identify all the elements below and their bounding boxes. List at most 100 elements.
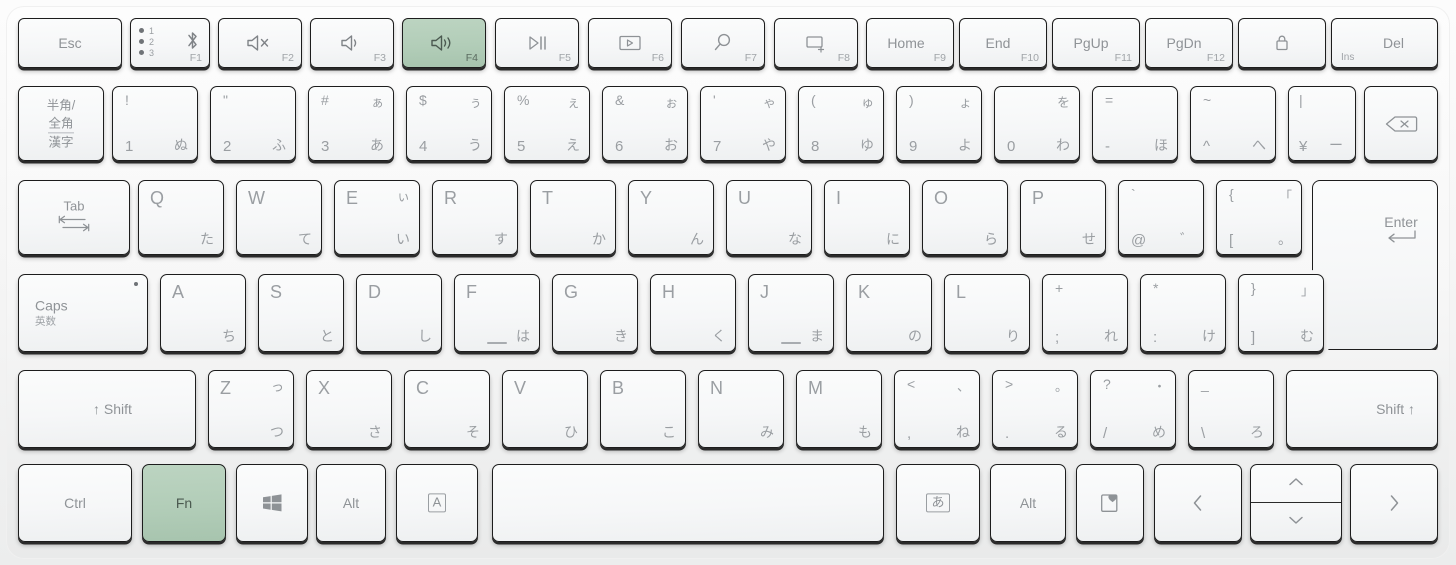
key-f12-pgdn[interactable]: PgDn F12 <box>1145 18 1233 68</box>
key-esc[interactable]: Esc <box>18 18 122 68</box>
key-6[interactable]: & 6 ぉ お <box>602 86 688 161</box>
key-alt-left[interactable]: Alt <box>316 464 386 542</box>
key-n[interactable]: N み <box>698 370 784 448</box>
key-fn[interactable]: Fn <box>142 464 226 542</box>
key-k[interactable]: K の <box>846 274 932 352</box>
key-l-alpha: L <box>956 282 967 302</box>
key-x[interactable]: X さ <box>306 370 392 448</box>
key-bracket-left[interactable]: { [ 「 。 <box>1216 180 1302 255</box>
key-u[interactable]: U な <box>726 180 812 255</box>
key-b[interactable]: B こ <box>600 370 686 448</box>
key-shift-right[interactable]: Shift ↑ <box>1286 370 1438 448</box>
key-comma[interactable]: < , 、 ね <box>894 370 980 448</box>
key-space[interactable] <box>492 464 884 542</box>
key-comma-shift-symbol: < <box>907 376 916 392</box>
key-arrow-up[interactable] <box>1251 465 1341 503</box>
key-d[interactable]: D し <box>356 274 442 352</box>
key-z[interactable]: Z っ つ <box>208 370 294 448</box>
key-5-digit: 5 <box>517 138 526 155</box>
key-j[interactable]: J ま <box>748 274 834 352</box>
key-f9-home[interactable]: Home F9 <box>866 18 954 68</box>
key-0[interactable]: 0 を わ <box>994 86 1080 161</box>
key-f6-media-screen[interactable]: F6 <box>588 18 672 68</box>
key-caret[interactable]: ~ ^ へ <box>1190 86 1276 161</box>
key-delete[interactable]: Del Ins <box>1331 18 1438 68</box>
key-alt-right[interactable]: Alt <box>990 464 1066 542</box>
key-hankaku-line2: 全角 <box>48 115 74 134</box>
chevron-up-icon <box>1286 475 1306 493</box>
key-f-kana: は <box>516 328 530 344</box>
key-f[interactable]: F は <box>454 274 540 352</box>
key-semicolon-kana: れ <box>1104 328 1118 344</box>
key-5-kana-small: ぇ <box>566 95 580 110</box>
key-w[interactable]: W て <box>236 180 322 255</box>
key-i[interactable]: I に <box>824 180 910 255</box>
key-q[interactable]: Q た <box>138 180 224 255</box>
key-henkan[interactable]: あ <box>896 464 980 542</box>
key-backspace[interactable] <box>1364 86 1438 161</box>
key-7[interactable]: ' 7 ゃ や <box>700 86 786 161</box>
key-tab[interactable]: Tab <box>18 180 130 255</box>
key-arrow-up-down[interactable] <box>1250 464 1342 542</box>
key-muhenkan[interactable]: A <box>396 464 478 542</box>
key-caps-lock[interactable]: Caps 英数 <box>18 274 148 352</box>
key-y[interactable]: Y ん <box>628 180 714 255</box>
key-f1-bluetooth[interactable]: 1 2 3 F1 <box>130 18 210 68</box>
key-t[interactable]: T か <box>530 180 616 255</box>
key-f8-new-window[interactable]: F8 <box>774 18 858 68</box>
key-e-kana: い <box>396 231 410 247</box>
key-period[interactable]: > . 。 る <box>992 370 1078 448</box>
key-a[interactable]: A ち <box>160 274 246 352</box>
key-i-kana: に <box>886 231 900 247</box>
key-m[interactable]: M も <box>796 370 882 448</box>
key-minus[interactable]: = - ほ <box>1092 86 1178 161</box>
key-arrow-left[interactable] <box>1154 464 1242 542</box>
key-semicolon[interactable]: + ; れ <box>1042 274 1128 352</box>
key-f3-volume-down[interactable]: F3 <box>310 18 394 68</box>
key-favorites[interactable] <box>1076 464 1144 542</box>
key-at[interactable]: ` @ ゛ <box>1118 180 1204 255</box>
key-p[interactable]: P せ <box>1020 180 1106 255</box>
key-tab-label: Tab <box>63 198 85 213</box>
key-s[interactable]: S と <box>258 274 344 352</box>
key-colon[interactable]: * : け <box>1140 274 1226 352</box>
key-8[interactable]: ( 8 ゅ ゆ <box>798 86 884 161</box>
key-c[interactable]: C そ <box>404 370 490 448</box>
key-bracket-right[interactable]: } ] 」 む <box>1238 274 1324 352</box>
key-f2-volume-mute[interactable]: F2 <box>218 18 302 68</box>
key-enter[interactable]: Enter <box>1312 180 1438 350</box>
key-2[interactable]: " 2 ふ <box>210 86 296 161</box>
key-windows[interactable] <box>236 464 308 542</box>
key-f7-search[interactable]: F7 <box>681 18 765 68</box>
key-4[interactable]: $ 4 ぅ う <box>406 86 492 161</box>
key-r[interactable]: R す <box>432 180 518 255</box>
key-o-kana: ら <box>984 231 998 247</box>
key-f4-volume-up[interactable]: F4 <box>402 18 486 68</box>
key-3[interactable]: # 3 ぁ あ <box>308 86 394 161</box>
key-f11-pgup[interactable]: PgUp F11 <box>1052 18 1140 68</box>
key-7-kana: や <box>762 137 776 153</box>
key-f10-end[interactable]: End F10 <box>959 18 1047 68</box>
key-e[interactable]: E ぃ い <box>334 180 420 255</box>
key-v[interactable]: V ひ <box>502 370 588 448</box>
key-esc-label: Esc <box>58 35 82 51</box>
key-1[interactable]: ! 1 ぬ <box>112 86 198 161</box>
key-hankaku-zenkaku[interactable]: 半角/ 全角 漢字 <box>18 86 104 161</box>
key-9[interactable]: ) 9 ょ よ <box>896 86 982 161</box>
key-shift-left[interactable]: ↑ Shift <box>18 370 196 448</box>
key-f5-play-pause[interactable]: F5 <box>495 18 579 68</box>
key-arrow-right[interactable] <box>1350 464 1438 542</box>
key-l[interactable]: L り <box>944 274 1030 352</box>
key-g[interactable]: G き <box>552 274 638 352</box>
key-arrow-down[interactable] <box>1251 503 1341 541</box>
key-l-kana: り <box>1006 328 1020 344</box>
key-yen[interactable]: | ¥ ー <box>1288 86 1356 161</box>
key-ctrl[interactable]: Ctrl <box>18 464 132 542</box>
key-slash[interactable]: ? / ・ め <box>1090 370 1176 448</box>
key-h[interactable]: H く <box>650 274 736 352</box>
key-o[interactable]: O ら <box>922 180 1008 255</box>
key-5[interactable]: % 5 ぇ え <box>504 86 590 161</box>
key-backslash-ro[interactable]: _ \ ろ <box>1188 370 1274 448</box>
led-dot-3 <box>139 50 144 55</box>
key-lock[interactable] <box>1238 18 1326 68</box>
